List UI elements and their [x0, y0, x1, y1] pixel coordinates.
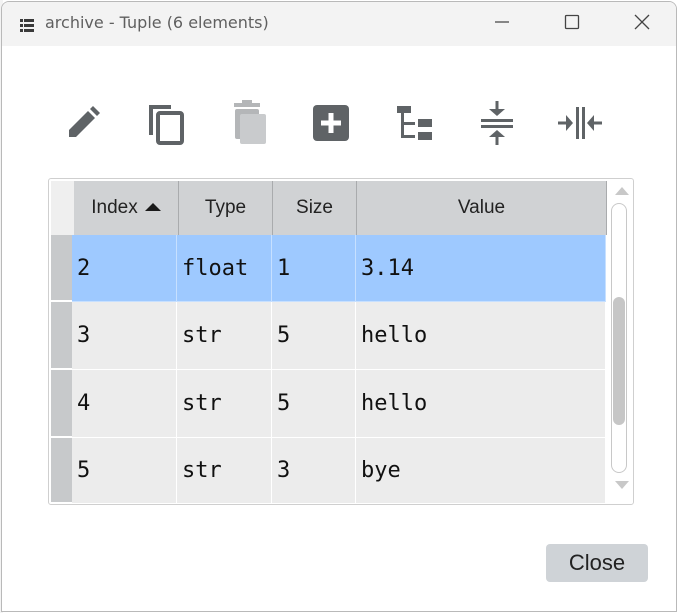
title-bar[interactable]: archive - Tuple (6 elements) — [2, 2, 676, 46]
insert-button[interactable] — [309, 101, 353, 149]
cell-index[interactable]: 4 — [72, 370, 177, 438]
scrollbar-thumb[interactable] — [613, 297, 625, 425]
collapse-horizontal-icon — [558, 103, 602, 147]
row-header[interactable] — [51, 235, 72, 302]
column-header-label: Size — [296, 197, 333, 218]
cell-value[interactable]: hello — [356, 370, 606, 438]
cell-index[interactable]: 3 — [72, 302, 177, 370]
pencil-icon — [63, 103, 103, 147]
close-icon — [633, 13, 651, 35]
minimize-button[interactable] — [479, 2, 525, 46]
sort-ascending-icon — [144, 203, 161, 211]
scroll-down-arrow-icon[interactable] — [615, 481, 629, 489]
resize-columns-button[interactable] — [558, 101, 602, 149]
cell-size[interactable]: 5 — [272, 302, 356, 370]
cell-index[interactable]: 2 — [72, 235, 177, 302]
column-header-label: Value — [457, 197, 506, 218]
tuple-editor-dialog: archive - Tuple (6 elements) Index Type … — [1, 1, 677, 612]
maximize-icon — [564, 14, 580, 34]
column-header-size[interactable]: Size — [273, 181, 357, 235]
delete-button[interactable] — [226, 100, 270, 150]
row-header[interactable] — [51, 438, 72, 504]
plus-box-icon — [312, 104, 350, 146]
cell-type[interactable]: float — [177, 235, 272, 302]
tuple-table[interactable]: Index Type Size Value 2 float 1 3.14 3 s… — [48, 178, 634, 505]
list-icon — [20, 17, 34, 32]
copy-icon — [145, 101, 185, 149]
column-header-label: Index — [91, 197, 138, 218]
cell-value[interactable]: 3.14 — [356, 235, 606, 302]
cell-type[interactable]: str — [177, 302, 272, 370]
cell-value[interactable]: hello — [356, 302, 606, 370]
row-header[interactable] — [51, 370, 72, 438]
trash-icon — [228, 100, 268, 150]
row-header[interactable] — [51, 302, 72, 370]
collapse-rows-button[interactable] — [475, 101, 519, 149]
cell-type[interactable]: str — [177, 370, 272, 438]
minimize-icon — [494, 14, 510, 34]
collapse-vertical-icon — [477, 101, 517, 149]
close-button[interactable]: Close — [546, 544, 648, 582]
cell-value[interactable]: bye — [356, 438, 606, 504]
column-header-value[interactable]: Value — [357, 181, 607, 235]
column-header-type[interactable]: Type — [179, 181, 273, 235]
cell-type[interactable]: str — [177, 438, 272, 504]
table-corner — [51, 181, 74, 235]
column-header-label: Type — [204, 197, 247, 218]
column-header-index[interactable]: Index — [74, 181, 179, 235]
cell-size[interactable]: 1 — [272, 235, 356, 302]
dialog-content: Index Type Size Value 2 float 1 3.14 3 s… — [2, 46, 676, 611]
window-title: archive - Tuple (6 elements) — [45, 13, 269, 32]
tree-view-button[interactable] — [393, 101, 437, 149]
copy-button[interactable] — [143, 101, 187, 149]
cell-size[interactable]: 3 — [272, 438, 356, 504]
scroll-up-arrow-icon[interactable] — [615, 187, 629, 195]
edit-button[interactable] — [61, 101, 105, 149]
maximize-button[interactable] — [549, 2, 595, 46]
close-window-button[interactable] — [619, 2, 665, 46]
tree-icon — [395, 103, 435, 147]
cell-index[interactable]: 5 — [72, 438, 177, 504]
cell-size[interactable]: 5 — [272, 370, 356, 438]
